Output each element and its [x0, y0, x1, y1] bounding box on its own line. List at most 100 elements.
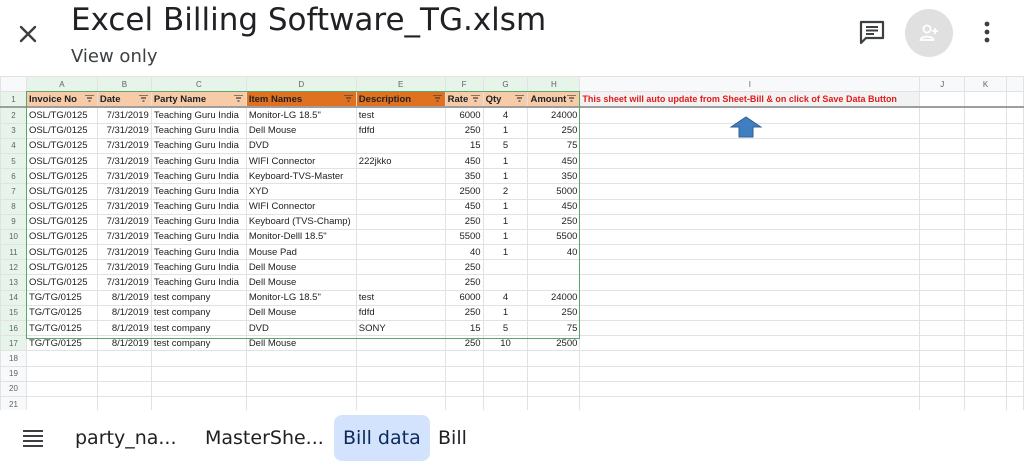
cell[interactable]: [355, 228, 446, 246]
cell[interactable]: [579, 274, 921, 291]
cell[interactable]: 250: [527, 304, 581, 322]
cell[interactable]: [25, 350, 98, 367]
cell[interactable]: Teaching Guru India: [150, 244, 247, 261]
cell[interactable]: 4: [482, 289, 529, 306]
row-number[interactable]: 16: [0, 319, 27, 337]
cell[interactable]: Teaching Guru India: [150, 122, 247, 139]
close-button[interactable]: [14, 20, 42, 48]
column-title-cell[interactable]: Invoice No: [25, 91, 98, 109]
cell[interactable]: OSL/TG/0125: [25, 228, 98, 246]
cell[interactable]: [355, 183, 446, 200]
cell[interactable]: 15: [444, 137, 484, 154]
cell[interactable]: [579, 350, 921, 367]
cell[interactable]: Teaching Guru India: [150, 106, 247, 124]
cell[interactable]: [527, 350, 581, 367]
cell[interactable]: OSL/TG/0125: [25, 274, 98, 291]
cell[interactable]: OSL/TG/0125: [25, 168, 98, 185]
cell[interactable]: 450: [527, 198, 581, 215]
cell[interactable]: OSL/TG/0125: [25, 198, 98, 215]
cell[interactable]: Teaching Guru India: [150, 259, 247, 276]
tab-party-name[interactable]: party_na...: [66, 415, 186, 461]
cell[interactable]: 75: [527, 319, 581, 337]
cell[interactable]: [245, 395, 357, 410]
cell[interactable]: [919, 198, 966, 215]
cell[interactable]: Teaching Guru India: [150, 198, 247, 215]
tab-master-sheet[interactable]: MasterShe...: [196, 415, 333, 461]
cell[interactable]: [919, 183, 966, 200]
select-all-corner[interactable]: [0, 76, 27, 93]
cell[interactable]: [355, 213, 446, 230]
cell[interactable]: TG/TG/0125: [25, 335, 98, 352]
row-number[interactable]: 14: [0, 289, 27, 306]
column-header[interactable]: E: [355, 76, 446, 93]
row-number[interactable]: 13: [0, 274, 27, 291]
cell[interactable]: 7/31/2019: [96, 213, 152, 230]
more-options-button[interactable]: [976, 18, 998, 46]
cell[interactable]: 1: [482, 213, 529, 230]
column-header[interactable]: F: [444, 76, 484, 93]
cell[interactable]: 6000: [444, 106, 484, 124]
cell[interactable]: WIFI Connector: [245, 152, 357, 170]
cell[interactable]: [964, 289, 1007, 306]
cell[interactable]: [245, 350, 357, 367]
cell[interactable]: [919, 152, 966, 170]
cell[interactable]: 250: [444, 213, 484, 230]
cell[interactable]: [919, 259, 966, 276]
cell[interactable]: Dell Mouse: [245, 304, 357, 322]
row-number[interactable]: 11: [0, 244, 27, 261]
cell[interactable]: 1: [482, 228, 529, 246]
cell[interactable]: [579, 304, 921, 322]
cell[interactable]: [964, 106, 1007, 124]
row-number[interactable]: 8: [0, 198, 27, 215]
column-title-cell[interactable]: Description: [355, 91, 446, 109]
cell[interactable]: OSL/TG/0125: [25, 152, 98, 170]
cell[interactable]: 5000: [527, 183, 581, 200]
cell[interactable]: fdfd: [355, 304, 446, 322]
row-number[interactable]: 18: [0, 350, 27, 367]
cell[interactable]: 250: [527, 122, 581, 139]
cell[interactable]: [96, 380, 152, 397]
cell[interactable]: 7/31/2019: [96, 244, 152, 261]
cell[interactable]: 7/31/2019: [96, 137, 152, 154]
cell[interactable]: [964, 319, 1007, 337]
cell[interactable]: 350: [527, 168, 581, 185]
row-number[interactable]: 15: [0, 304, 27, 322]
column-header[interactable]: D: [245, 76, 357, 93]
cell[interactable]: 5: [482, 137, 529, 154]
cell[interactable]: 2500: [527, 335, 581, 352]
cell[interactable]: [919, 395, 966, 410]
cell[interactable]: test company: [150, 335, 247, 352]
cell[interactable]: fdfd: [355, 122, 446, 139]
cell[interactable]: [355, 274, 446, 291]
cell[interactable]: [919, 91, 966, 109]
cell[interactable]: [150, 395, 247, 410]
cell[interactable]: [919, 304, 966, 322]
cell[interactable]: [482, 395, 529, 410]
filter-icon[interactable]: [515, 95, 525, 102]
cell[interactable]: [579, 183, 921, 200]
share-button[interactable]: [905, 9, 953, 57]
cell[interactable]: [355, 198, 446, 215]
cell[interactable]: [150, 350, 247, 367]
cell[interactable]: [919, 365, 966, 382]
cell[interactable]: Teaching Guru India: [150, 152, 247, 170]
column-header[interactable]: I: [579, 76, 921, 93]
cell[interactable]: Teaching Guru India: [150, 274, 247, 291]
cell[interactable]: 350: [444, 168, 484, 185]
row-number[interactable]: 12: [0, 259, 27, 276]
filter-icon[interactable]: [343, 95, 353, 102]
cell[interactable]: [964, 365, 1007, 382]
cell[interactable]: [355, 350, 446, 367]
cell[interactable]: test company: [150, 304, 247, 322]
cell[interactable]: [579, 152, 921, 170]
cell[interactable]: 8/1/2019: [96, 319, 152, 337]
cell[interactable]: 75: [527, 137, 581, 154]
cell[interactable]: [964, 213, 1007, 230]
cell[interactable]: SONY: [355, 319, 446, 337]
row-number[interactable]: 20: [0, 380, 27, 397]
column-header[interactable]: G: [482, 76, 529, 93]
cell[interactable]: WIFI Connector: [245, 198, 357, 215]
cell[interactable]: [919, 244, 966, 261]
cell[interactable]: [579, 289, 921, 306]
cell[interactable]: Teaching Guru India: [150, 228, 247, 246]
